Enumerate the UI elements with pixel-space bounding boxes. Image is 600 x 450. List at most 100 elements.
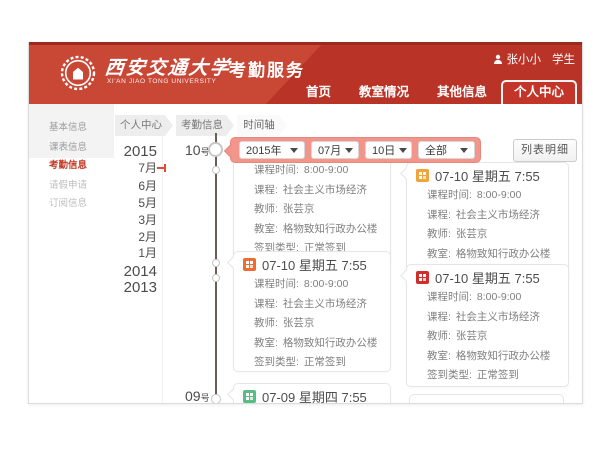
field-label: 教师: <box>254 317 278 329</box>
timeline-nav-year-2015[interactable]: 2015 <box>109 143 157 161</box>
chevron-down-icon <box>460 148 468 153</box>
university-name-en: XI'AN JIAO TONG UNIVERSITY <box>107 78 216 85</box>
card-row: 课程时间:8:00-9:00 <box>254 275 390 295</box>
header-top-stripe <box>29 42 582 45</box>
field-value: 正常签到 <box>304 356 346 368</box>
field-value: 格物致知行政办公楼 <box>283 223 378 235</box>
field-label: 教室: <box>427 350 451 362</box>
breadcrumb-item-attendance[interactable]: 考勤信息 <box>176 115 234 136</box>
attendance-card: 课程时间:8:00-9:00 课程: 社会主义市场经济 教师: 张芸京 教室: 格物致… <box>233 150 391 266</box>
card-row: 课程: 社会主义市场经济 <box>427 308 568 328</box>
nav-item-home[interactable]: 首页 <box>292 80 345 104</box>
card-row: 教室: 格物致知行政办公楼 <box>427 347 568 367</box>
type-select[interactable]: 全部 <box>418 141 475 159</box>
day-label-10: 10号 <box>185 142 210 158</box>
field-label: 课程时间: <box>427 189 472 201</box>
nav-tab-personal-center[interactable]: 个人中心 <box>501 80 577 104</box>
user-info[interactable]: 张小小 学生 <box>493 51 576 67</box>
list-detail-button[interactable]: 列表明细 <box>513 139 577 162</box>
day-select-value: 10日 <box>372 142 395 158</box>
card-row: 教师: 张芸京 <box>254 314 390 334</box>
sidebar-item-leave-request[interactable]: 请假申请 <box>29 176 114 196</box>
type-select-value: 全部 <box>425 142 447 158</box>
timeline-nav-year-2013[interactable]: 2013 <box>109 279 157 297</box>
filter-bar-arrow <box>224 144 238 158</box>
field-label: 课程: <box>427 311 451 323</box>
timeline-nav-month-may[interactable]: 5月 <box>109 195 157 211</box>
nav-item-classrooms[interactable]: 教室情况 <box>345 80 423 104</box>
card-date: 07-10 星期五 7:55 <box>435 268 540 287</box>
timeline-nav-month-jan[interactable]: 1月 <box>109 245 157 261</box>
field-label: 签到类型: <box>427 369 472 381</box>
field-value: 张芸京 <box>283 317 315 329</box>
field-label: 课程时间: <box>427 291 472 303</box>
field-value: 社会主义市场经济 <box>456 311 540 323</box>
field-value: 8:00-9:00 <box>477 189 521 201</box>
attendance-card: 07-10 星期五 7:55 课程时间: 8:00-9:00 课程: 社会主义市场经… <box>406 264 569 387</box>
field-label: 课程: <box>254 184 278 196</box>
current-month-marker <box>157 167 164 169</box>
app-header: 西安交通大学 XI'AN JIAO TONG UNIVERSITY 考勤服务 张… <box>29 42 582 104</box>
timeline-nav-month-jul[interactable]: 7月 <box>109 160 157 176</box>
signin-status-icon <box>243 390 256 403</box>
main-nav: 首页 教室情况 其他信息 个人中心 <box>292 80 577 104</box>
card-row: 课程时间:8:00-9:00 <box>254 161 390 181</box>
field-value: 张芸京 <box>283 203 315 215</box>
field-label: 教师: <box>254 203 278 215</box>
chevron-down-icon <box>290 148 298 153</box>
sidebar-item-timetable[interactable]: 课表信息 <box>29 138 114 158</box>
field-label: 教室: <box>254 223 278 235</box>
app-window: 西安交通大学 XI'AN JIAO TONG UNIVERSITY 考勤服务 张… <box>28 42 583 404</box>
month-select[interactable]: 07月 <box>311 141 359 159</box>
sidebar-item-subscription[interactable]: 订阅信息 <box>29 194 114 214</box>
app-title: 考勤服务 <box>229 56 305 81</box>
chevron-down-icon <box>345 148 353 153</box>
field-label: 课程时间: <box>254 164 299 176</box>
timeline-node-day09 <box>211 394 221 404</box>
field-label: 课程: <box>427 209 451 221</box>
breadcrumb-item-personal-center[interactable]: 个人中心 <box>115 115 173 136</box>
field-label: 教师: <box>427 330 451 342</box>
field-value: 8:00-9:00 <box>304 278 348 290</box>
card-date: 07-10 星期五 7:55 <box>435 166 540 185</box>
attendance-card: 07-10 星期五 7:55 课程时间:8:00-9:00 课程: 社会主义市场经… <box>233 251 391 372</box>
field-value: 正常签到 <box>477 369 519 381</box>
sidebar-item-basic-info[interactable]: 基本信息 <box>29 118 114 138</box>
year-select[interactable]: 2015年 <box>239 141 305 159</box>
attendance-card-partial <box>409 394 564 404</box>
timeline-node-day10 <box>208 142 223 157</box>
timeline-nav-month-feb[interactable]: 2月 <box>109 229 157 245</box>
card-row: 课程时间: 8:00-9:00 <box>427 288 568 308</box>
card-row: 签到类型:正常签到 <box>254 353 390 373</box>
timeline-node <box>212 259 220 267</box>
user-name: 张小小 <box>507 51 542 67</box>
field-value: 格物致知行政办公楼 <box>456 350 551 362</box>
field-value: 8:00-9:00 <box>477 291 521 303</box>
field-label: 课程: <box>254 298 278 310</box>
chevron-down-icon <box>399 148 407 153</box>
timeline-nav-month-mar[interactable]: 3月 <box>109 212 157 228</box>
card-row: 教室:格物致知行政办公楼 <box>427 245 568 265</box>
field-value: 社会主义市场经济 <box>456 209 540 221</box>
nav-item-other-info[interactable]: 其他信息 <box>423 80 501 104</box>
month-select-value: 07月 <box>318 142 341 158</box>
field-value: 格物致知行政办公楼 <box>283 337 378 349</box>
field-value: 张芸京 <box>456 228 488 240</box>
card-row: 教室:格物致知行政办公楼 <box>254 334 390 354</box>
field-value: 社会主义市场经济 <box>283 298 367 310</box>
field-label: 教师: <box>427 228 451 240</box>
card-row: 课程: 社会主义市场经济 <box>427 206 568 226</box>
signin-status-icon <box>243 258 256 271</box>
timeline-nav-month-jun[interactable]: 6月 <box>109 178 157 194</box>
card-row: 课程: 社会主义市场经济 <box>254 181 390 201</box>
signin-status-icon <box>416 271 429 284</box>
user-icon <box>493 54 503 64</box>
day-select[interactable]: 10日 <box>365 141 412 159</box>
card-date: 07-10 星期五 7:55 <box>262 255 367 274</box>
year-select-value: 2015年 <box>246 142 281 158</box>
field-value: 社会主义市场经济 <box>283 184 367 196</box>
card-row: 教室: 格物致知行政办公楼 <box>254 220 390 240</box>
breadcrumb-item-timeline[interactable]: 时间轴 <box>237 115 287 136</box>
card-row: 教师: 张芸京 <box>254 200 390 220</box>
sidebar-item-attendance[interactable]: 考勤信息 <box>29 156 114 176</box>
